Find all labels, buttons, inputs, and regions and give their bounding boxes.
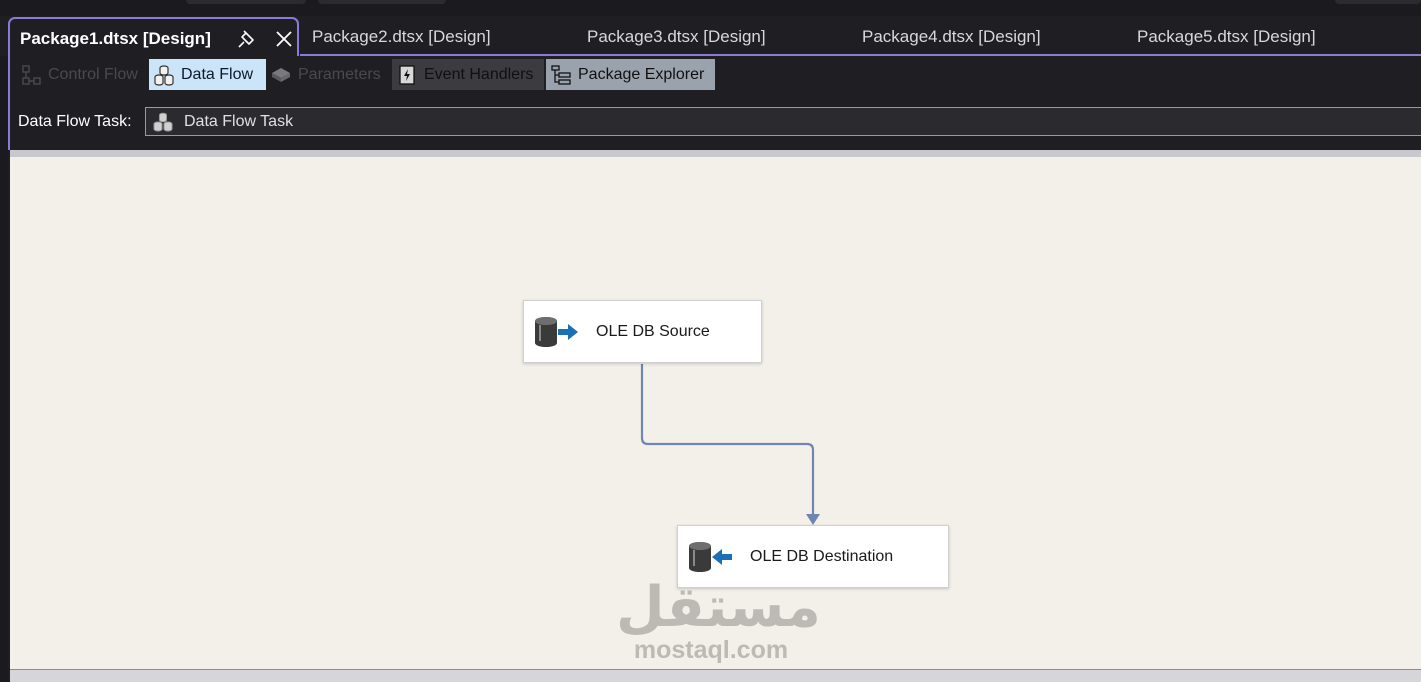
destination-label: OLE DB Destination xyxy=(750,547,894,565)
data-path-arrowhead xyxy=(806,514,820,525)
watermark-latin: mostaql.com xyxy=(633,636,789,664)
source-database-icon xyxy=(535,316,578,347)
source-label: OLE DB Source xyxy=(596,322,710,340)
data-path-arrow[interactable] xyxy=(640,364,815,517)
watermark-arabic: مستقل xyxy=(616,575,821,640)
mostaql-watermark: مستقل mostaql.com xyxy=(616,575,821,665)
ole-db-source-component[interactable]: OLE DB Source xyxy=(523,300,762,363)
destination-database-icon xyxy=(689,541,732,572)
